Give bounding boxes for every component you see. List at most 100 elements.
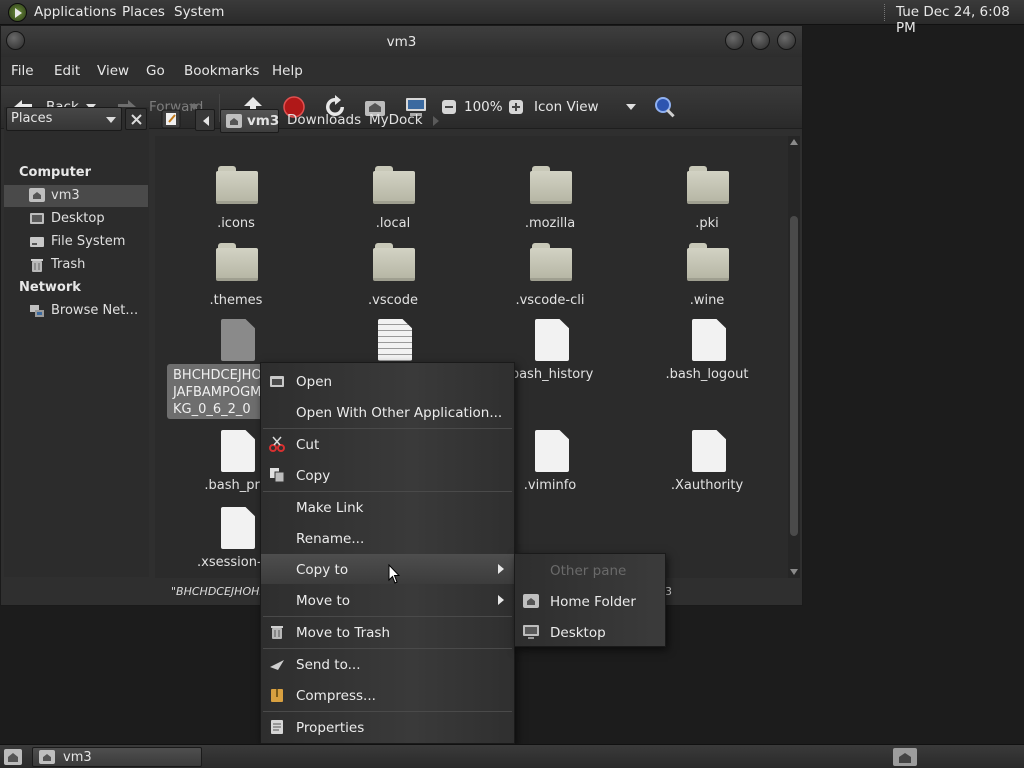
menu-file[interactable]: File <box>11 63 34 79</box>
menu-item-make-link[interactable]: Make Link <box>261 492 514 522</box>
menu-go[interactable]: Go <box>146 63 165 79</box>
folder-icon <box>687 166 729 204</box>
file-item-folder[interactable]: .mozilla <box>475 166 625 241</box>
file-item-folder[interactable]: .themes <box>161 243 311 318</box>
bottom-panel: vm3 <box>0 744 1024 768</box>
file-name-selected[interactable]: BHCHDCEJHO JAFBAMPOGM KG_0_6_2_0 <box>167 364 263 419</box>
edit-location-icon[interactable] <box>161 109 181 129</box>
sidebar-close-button[interactable] <box>125 108 147 130</box>
copy-to-submenu: Other pane Home Folder Desktop <box>514 553 666 647</box>
file-item[interactable]: .Xauthority <box>632 430 782 505</box>
trash-icon <box>31 259 43 272</box>
sidebar-selector-label: Places <box>11 111 53 126</box>
scrollbar-thumb[interactable] <box>790 216 798 536</box>
menu-item-label: Move to <box>296 593 351 609</box>
menu-item-properties[interactable]: Properties <box>261 712 514 742</box>
show-desktop-icon[interactable] <box>4 749 22 765</box>
scissors-icon <box>269 436 285 452</box>
window-title: vm3 <box>386 34 417 50</box>
sidebar-item-vm3[interactable]: vm3 <box>4 185 148 207</box>
vertical-scrollbar[interactable] <box>788 136 800 578</box>
file-item-folder[interactable]: .vscode <box>318 243 468 318</box>
window-titlebar[interactable]: vm3 <box>1 26 802 57</box>
close-button[interactable] <box>777 31 796 50</box>
sidebar-item-browse-network[interactable]: Browse Net… <box>4 300 148 322</box>
scroll-down-arrow-icon[interactable] <box>790 569 798 575</box>
places-menu[interactable]: Places <box>122 4 165 20</box>
submenu-item-home-folder[interactable]: Home Folder <box>515 586 665 616</box>
menu-edit[interactable]: Edit <box>54 63 80 79</box>
menu-item-label: Move to Trash <box>296 625 391 641</box>
file-icon <box>535 430 569 472</box>
file-name: .wine <box>689 293 725 308</box>
menu-item-move-to[interactable]: Move to <box>261 585 514 615</box>
submenu-arrow-icon <box>498 595 504 605</box>
menu-item-compress[interactable]: Compress... <box>261 680 514 710</box>
submenu-item-desktop[interactable]: Desktop <box>515 617 665 647</box>
workspace-switcher-icon[interactable] <box>893 748 917 766</box>
file-name: .pki <box>695 216 719 231</box>
sidebar-heading-network: Network <box>19 280 81 295</box>
sidebar-item-label: Desktop <box>51 211 105 226</box>
system-menu[interactable]: System <box>174 4 224 20</box>
file-item-folder[interactable]: .icons <box>161 166 311 241</box>
chevron-left-icon <box>203 116 209 126</box>
file-item-folder[interactable]: .wine <box>632 243 782 318</box>
minimize-button[interactable] <box>725 31 744 50</box>
file-icon <box>692 430 726 472</box>
menu-item-open[interactable]: Open <box>261 366 514 396</box>
menu-help[interactable]: Help <box>272 63 303 79</box>
sidebar-item-desktop[interactable]: Desktop <box>4 208 148 230</box>
menu-item-label: Cut <box>296 437 320 453</box>
breadcrumb-mydock[interactable]: MyDock <box>365 109 427 133</box>
folder-icon <box>373 166 415 204</box>
distro-logo-icon[interactable] <box>8 3 27 22</box>
sidebar-selector[interactable]: Places <box>6 107 122 131</box>
sidebar-item-label: Trash <box>51 257 86 272</box>
menu-item-move-to-trash[interactable]: Move to Trash <box>261 617 514 647</box>
desktop-icon <box>30 213 44 224</box>
sidebar-item-file-system[interactable]: File System <box>4 231 148 253</box>
breadcrumb-label: vm3 <box>247 113 280 129</box>
menu-item-cut[interactable]: Cut <box>261 429 514 459</box>
chevron-right-icon[interactable] <box>433 116 439 126</box>
file-name: .Xauthority <box>670 478 744 493</box>
menu-item-label: Open With Other Application... <box>296 405 503 421</box>
menu-item-label: Compress... <box>296 688 376 704</box>
taskbar-button-vm3[interactable]: vm3 <box>32 747 202 767</box>
file-item[interactable]: .bash_logout <box>632 319 782 394</box>
file-name: .vscode-cli <box>515 293 585 308</box>
file-name: .bash_logout <box>665 367 749 382</box>
menu-bookmarks[interactable]: Bookmarks <box>184 63 259 79</box>
breadcrumb-downloads[interactable]: Downloads <box>283 109 365 133</box>
menu-view[interactable]: View <box>97 63 129 79</box>
sidebar-item-trash[interactable]: Trash <box>4 254 148 276</box>
scroll-up-arrow-icon[interactable] <box>790 139 798 145</box>
clock[interactable]: Tue Dec 24, 6:08 PM <box>896 4 1024 36</box>
taskbar-button-label: vm3 <box>63 750 92 765</box>
file-name: .local <box>375 216 411 231</box>
file-icon <box>221 507 255 549</box>
file-name: .mozilla <box>524 216 576 231</box>
home-icon <box>29 188 45 204</box>
menu-item-copy[interactable]: Copy <box>261 460 514 490</box>
menu-item-rename[interactable]: Rename... <box>261 523 514 553</box>
breadcrumb-scroll-left-button[interactable] <box>195 109 215 131</box>
menu-item-send-to[interactable]: Send to... <box>261 649 514 679</box>
location-bar: vm3 Downloads MyDock <box>155 106 800 134</box>
home-icon <box>226 114 242 132</box>
file-item-folder[interactable]: .vscode-cli <box>475 243 625 318</box>
maximize-button[interactable] <box>751 31 770 50</box>
home-icon <box>39 750 55 768</box>
text-file-icon <box>378 319 412 361</box>
home-icon <box>523 594 539 608</box>
file-item-folder[interactable]: .pki <box>632 166 782 241</box>
copy-icon <box>270 468 285 483</box>
sidebar-item-label: vm3 <box>51 188 80 203</box>
menu-item-label: Copy <box>296 468 331 484</box>
file-icon <box>692 319 726 361</box>
breadcrumb-vm3[interactable]: vm3 <box>220 109 279 133</box>
applications-menu[interactable]: Applications <box>34 4 116 20</box>
menu-item-open-with[interactable]: Open With Other Application... <box>261 397 514 427</box>
file-item-folder[interactable]: .local <box>318 166 468 241</box>
